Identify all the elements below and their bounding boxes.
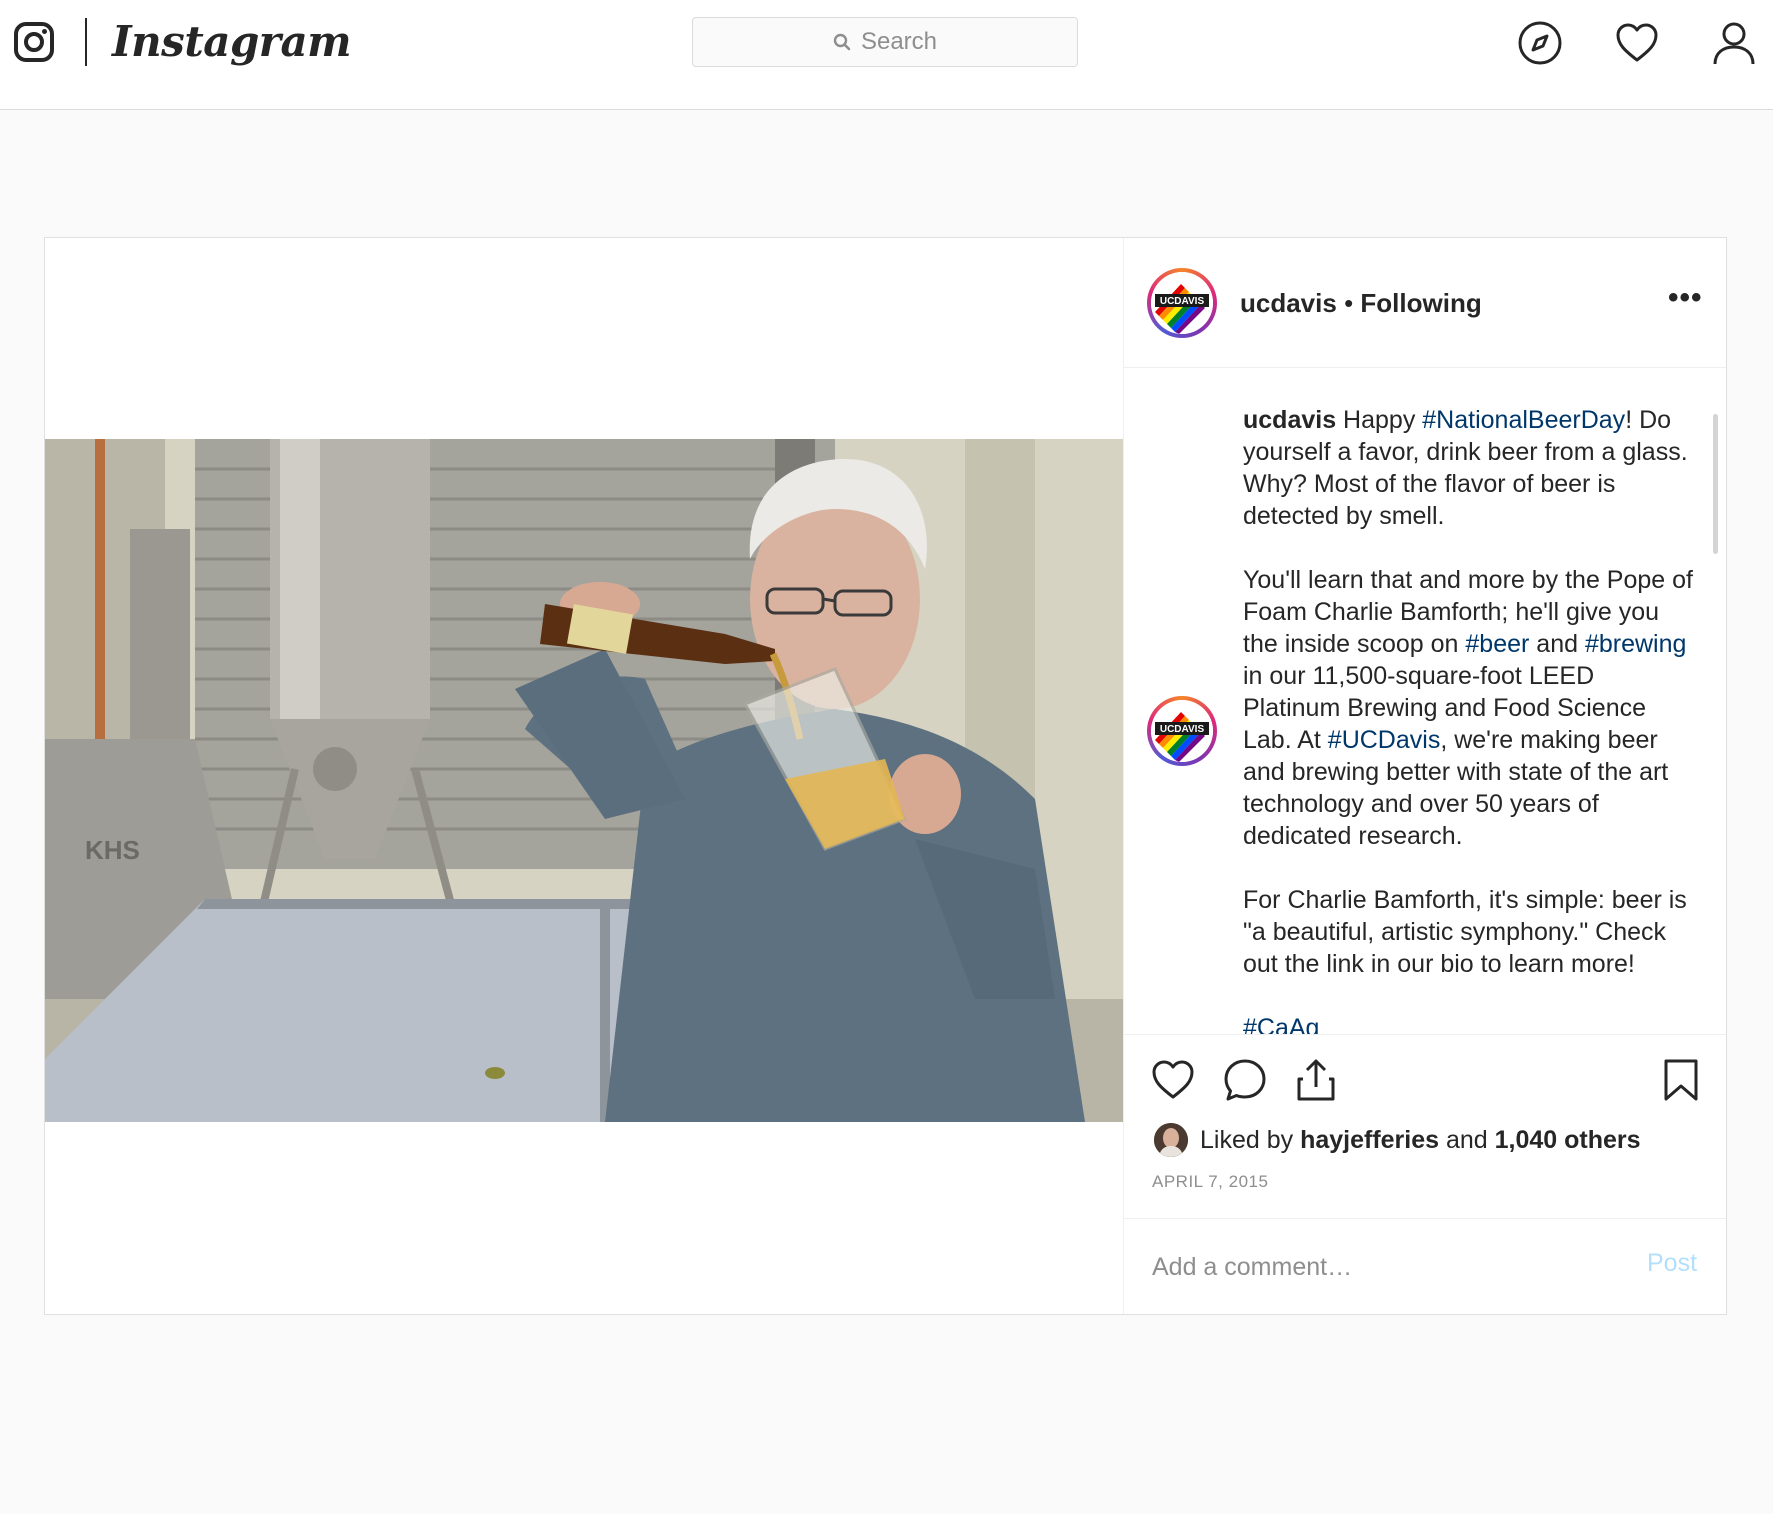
liker-avatar[interactable] <box>1154 1123 1188 1157</box>
ucdavis-pride-logo: UCDAVIS <box>1151 272 1213 334</box>
activity-heart-icon[interactable] <box>1614 20 1660 66</box>
svg-text:UCDAVIS: UCDAVIS <box>1160 724 1205 735</box>
post-card: KHS UCDAVIS ucdavis • Following ••• UCDA… <box>44 237 1727 1315</box>
like-heart-icon[interactable] <box>1150 1057 1196 1103</box>
caption-scrollbar[interactable] <box>1713 414 1718 554</box>
comment-bubble-icon[interactable] <box>1222 1057 1268 1103</box>
caption-text: Happy <box>1336 406 1423 434</box>
post-actions: Liked by hayjefferies and 1,040 others A… <box>1124 1034 1726 1218</box>
caption-text: For Charlie Bamforth, it's simple: beer … <box>1243 886 1687 978</box>
caption-text: and <box>1529 630 1585 658</box>
logo-divider <box>85 18 87 66</box>
hashtag-link[interactable]: #NationalBeerDay <box>1422 406 1625 434</box>
liked-by-prefix: Liked by <box>1200 1125 1301 1154</box>
hashtag-link[interactable]: #UCDavis <box>1328 726 1441 754</box>
explore-compass-icon[interactable] <box>1517 20 1563 66</box>
photo-man-pouring-beer: KHS <box>45 439 1123 1122</box>
post-caption: ucdavis Happy #NationalBeerDay! Do yours… <box>1243 404 1695 1034</box>
comment-input[interactable] <box>1152 1249 1612 1285</box>
post-date[interactable]: APRIL 7, 2015 <box>1152 1172 1268 1192</box>
ucdavis-pride-logo: UCDAVIS <box>1151 700 1213 762</box>
svg-text:KHS: KHS <box>85 835 140 865</box>
save-bookmark-icon[interactable] <box>1658 1057 1704 1103</box>
post-comment-button[interactable]: Post <box>1647 1249 1697 1278</box>
caption-author-avatar[interactable]: UCDAVIS <box>1147 696 1217 766</box>
post-header: UCDAVIS ucdavis • Following ••• <box>1124 238 1726 368</box>
header-separator: • <box>1344 288 1354 318</box>
top-navigation-bar: Instagram Search <box>0 0 1773 110</box>
liker-username-link[interactable]: hayjefferies <box>1300 1126 1439 1154</box>
hashtag-link[interactable]: #beer <box>1465 630 1529 658</box>
search-icon <box>833 33 851 51</box>
add-comment-bar: Post <box>1124 1218 1726 1314</box>
likes-count-link[interactable]: 1,040 others <box>1495 1126 1641 1154</box>
instagram-wordmark-logo[interactable]: Instagram <box>112 12 352 72</box>
caption-username-link[interactable]: ucdavis <box>1243 406 1336 434</box>
post-media-area: KHS <box>45 238 1124 1314</box>
post-photo[interactable]: KHS <box>45 439 1123 1122</box>
search-placeholder: Search <box>860 28 938 55</box>
liker-face-image <box>1154 1123 1188 1157</box>
author-username-link[interactable]: ucdavis <box>1240 288 1337 318</box>
author-avatar[interactable]: UCDAVIS <box>1147 268 1217 338</box>
post-details-panel: UCDAVIS ucdavis • Following ••• UCDAVIS … <box>1124 238 1726 1314</box>
liked-by-middle: and <box>1439 1125 1495 1154</box>
svg-text:UCDAVIS: UCDAVIS <box>1160 296 1205 307</box>
hashtag-link[interactable]: #CaAg <box>1243 1014 1319 1034</box>
profile-icon[interactable] <box>1711 20 1757 66</box>
search-box[interactable]: Search <box>692 17 1078 67</box>
caption-scroll-area[interactable]: UCDAVIS ucdavis Happy #NationalBeerDay! … <box>1124 369 1726 1034</box>
hashtag-link[interactable]: #brewing <box>1585 630 1686 658</box>
share-upload-icon[interactable] <box>1293 1057 1339 1103</box>
likes-summary: Liked by hayjefferies and 1,040 others <box>1154 1120 1641 1160</box>
more-options-button[interactable]: ••• <box>1668 283 1702 318</box>
instagram-glyph-icon[interactable] <box>14 22 54 62</box>
following-button[interactable]: Following <box>1360 288 1481 318</box>
